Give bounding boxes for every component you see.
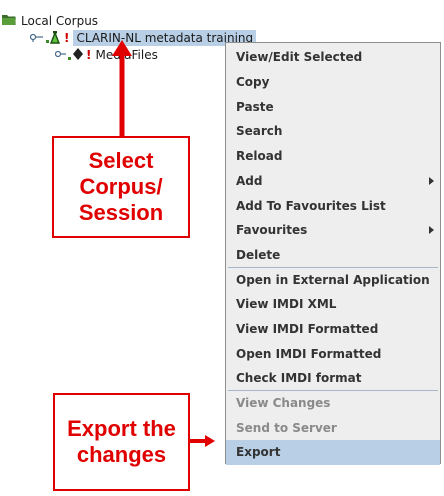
up-arrow-icon bbox=[112, 40, 132, 136]
callout-line: Session bbox=[78, 200, 164, 225]
select-corpus-callout: Select Corpus/ Session bbox=[52, 136, 190, 238]
export-changes-callout: Export the changes bbox=[53, 393, 190, 491]
right-arrow-icon bbox=[189, 435, 215, 447]
callout-line: Export the bbox=[67, 416, 176, 441]
callout-line: Corpus/ bbox=[79, 174, 163, 199]
callout-line: Select bbox=[88, 148, 154, 173]
callout-line: changes bbox=[76, 442, 167, 467]
